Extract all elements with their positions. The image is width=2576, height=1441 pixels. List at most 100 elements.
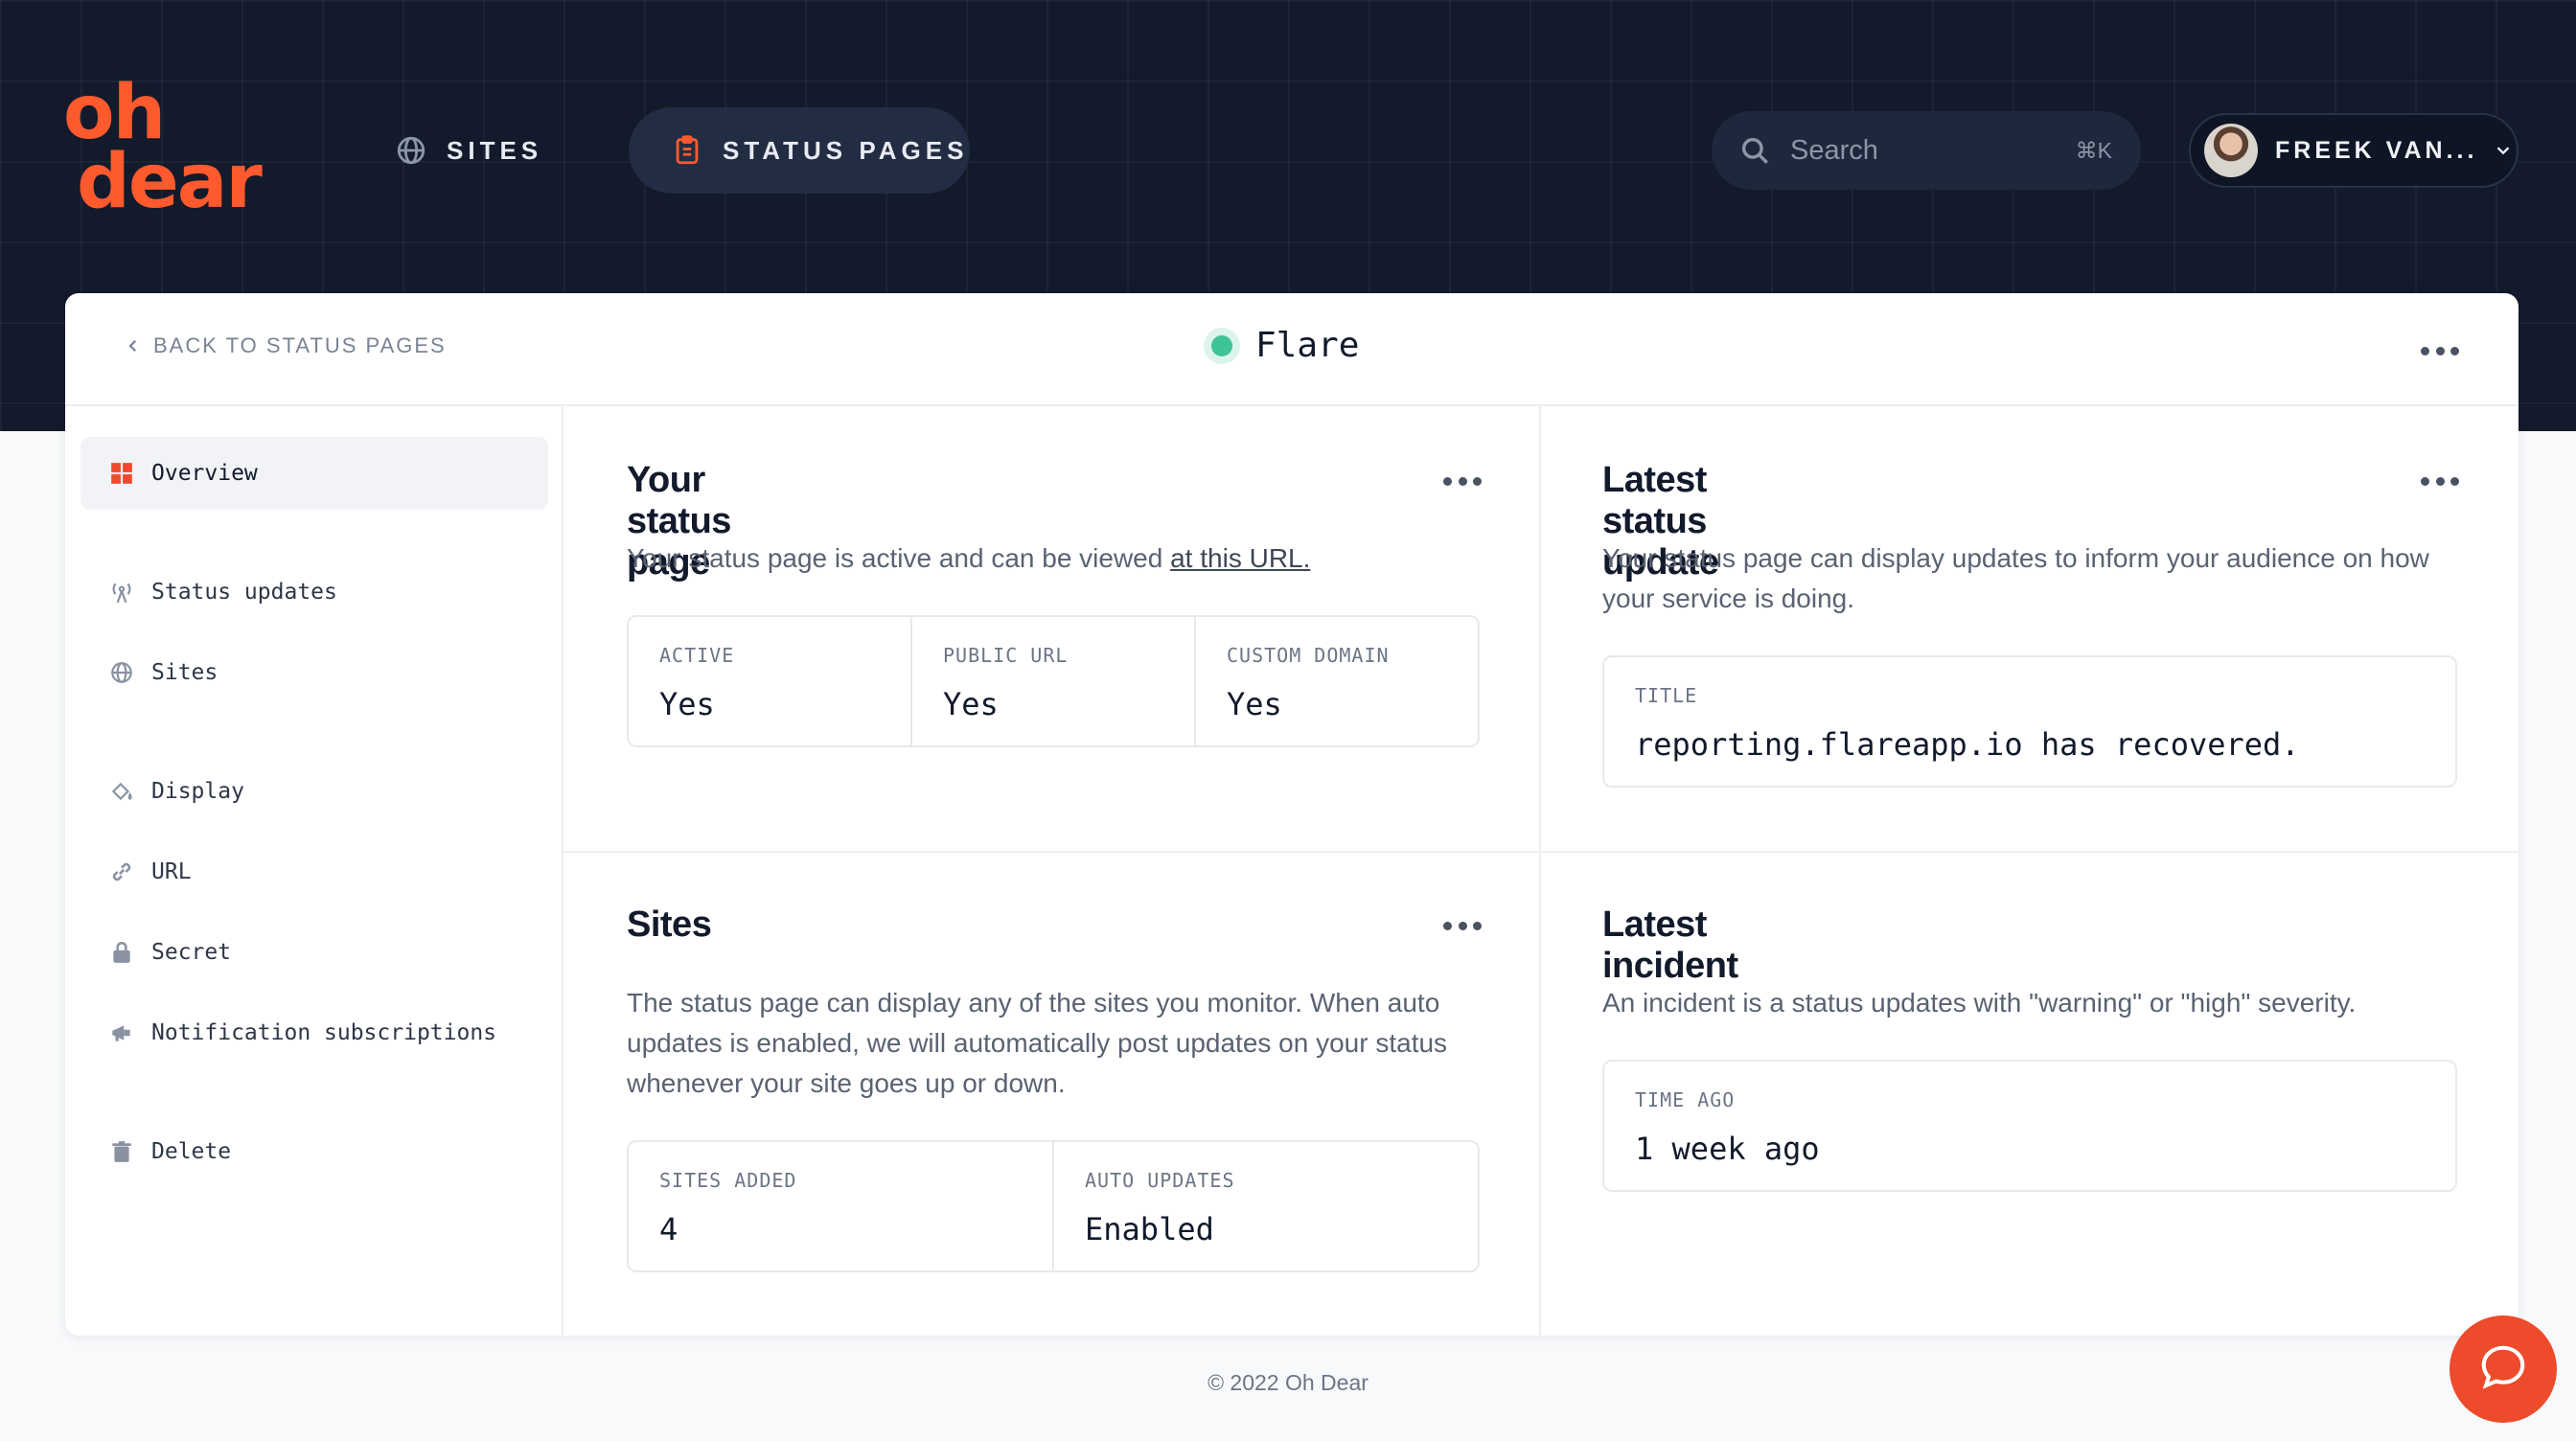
search-shortcut: ⌘K xyxy=(2075,137,2112,163)
nav-status-pages-label: STATUS PAGES xyxy=(723,135,969,165)
chat-bubble-icon xyxy=(2477,1341,2529,1398)
globe-icon xyxy=(109,660,134,685)
broadcast-icon xyxy=(109,580,134,605)
sidebar-item-status-updates[interactable]: Status updates xyxy=(80,556,548,629)
panel-description: The status page can display any of the s… xyxy=(627,988,1448,1098)
trash-icon xyxy=(109,1139,134,1164)
stat-label: AUTO UPDATES xyxy=(1085,1169,1235,1192)
panel-description: Your status page can display updates to … xyxy=(1602,543,2429,613)
more-dot xyxy=(1473,476,1482,486)
stat-auto-updates: AUTO UPDATES Enabled xyxy=(1054,1142,1478,1270)
latest-update-more-button[interactable] xyxy=(2421,475,2459,487)
more-dot xyxy=(2435,346,2445,355)
stat-public-url: PUBLIC URL Yes xyxy=(912,617,1196,745)
panel-description: An incident is a status updates with "wa… xyxy=(1602,988,2357,1018)
avatar xyxy=(2204,124,2258,177)
sidebar-item-label: Delete xyxy=(151,1139,232,1164)
sidebar-item-label: Overview xyxy=(151,461,258,486)
panel-title: Sites xyxy=(627,904,712,945)
stat-value: reporting.flareapp.io has recovered. xyxy=(1635,726,2300,763)
back-link-label: BACK TO STATUS PAGES xyxy=(153,333,447,357)
latest-update-stats: TITLE reporting.flareapp.io has recovere… xyxy=(1602,655,2457,788)
sidebar-item-url[interactable]: URL xyxy=(80,835,548,908)
search-input[interactable]: Search ⌘K xyxy=(1712,111,2141,190)
status-dot xyxy=(1211,334,1232,356)
chevron-down-icon xyxy=(2493,140,2514,161)
grid-icon xyxy=(109,461,134,486)
globe-icon xyxy=(395,134,427,167)
user-name: FREEK VAN... xyxy=(2275,136,2478,164)
more-dot xyxy=(2421,476,2429,486)
status-page-url-link[interactable]: at this URL. xyxy=(1170,543,1310,573)
stat-value: Yes xyxy=(659,686,715,722)
sidebar-item-overview[interactable]: Overview xyxy=(80,437,548,510)
logo-line-2: dear xyxy=(77,139,263,225)
more-dot xyxy=(1458,921,1467,930)
oh-dear-logo[interactable]: oh dear xyxy=(63,70,263,225)
page-title: Flare xyxy=(1211,326,1359,365)
stat-label: TITLE xyxy=(1635,684,1698,707)
sidebar-item-display[interactable]: Display xyxy=(80,755,548,828)
logo-line-1: oh xyxy=(63,70,166,156)
sidebar-item-delete[interactable]: Delete xyxy=(80,1115,548,1188)
stat-value: 4 xyxy=(659,1211,678,1247)
sidebar-item-label: URL xyxy=(151,859,192,884)
sites-more-button[interactable] xyxy=(1443,920,1482,931)
megaphone-icon xyxy=(109,1020,134,1045)
link-icon xyxy=(109,859,134,884)
sidebar-item-label: Status updates xyxy=(151,580,337,605)
sidebar-item-secret[interactable]: Secret xyxy=(80,916,548,989)
search-placeholder: Search xyxy=(1790,134,1878,166)
card-header: BACK TO STATUS PAGES Flare xyxy=(65,293,2518,406)
search-icon xyxy=(1738,134,1771,167)
sidebar-item-notification-subscriptions[interactable]: Notification subscriptions xyxy=(80,996,548,1069)
stat-value: Yes xyxy=(1227,686,1282,722)
more-dot xyxy=(1443,476,1452,486)
stat-value: Yes xyxy=(943,686,999,722)
stat-label: SITES ADDED xyxy=(659,1169,797,1192)
stat-sites-added: SITES ADDED 4 xyxy=(629,1142,1054,1270)
nav-sites-label: SITES xyxy=(447,135,543,165)
chevron-left-icon xyxy=(125,337,142,355)
back-link[interactable]: BACK TO STATUS PAGES xyxy=(125,333,447,358)
stat-value: 1 week ago xyxy=(1635,1131,1820,1167)
status-page-card: BACK TO STATUS PAGES Flare Overview Stat… xyxy=(65,293,2518,1336)
user-menu[interactable]: FREEK VAN... xyxy=(2189,113,2518,188)
panel-description: Your status page is active and can be vi… xyxy=(627,538,1489,579)
more-dot xyxy=(2435,476,2445,486)
nav-sites[interactable]: SITES xyxy=(395,107,542,194)
latest-incident-stats: TIME AGO 1 week ago xyxy=(1602,1060,2457,1192)
status-page-more-button[interactable] xyxy=(1443,475,1482,487)
stat-label: TIME AGO xyxy=(1635,1088,1736,1111)
more-dot xyxy=(1473,921,1482,930)
sidebar-item-label: Sites xyxy=(151,660,218,685)
lock-icon xyxy=(109,940,134,965)
sidebar-item-label: Notification subscriptions xyxy=(151,1020,497,1045)
chat-button[interactable] xyxy=(2450,1315,2557,1423)
panel-title: Latest incident xyxy=(1602,904,1738,986)
stat-value: Enabled xyxy=(1085,1211,1214,1247)
more-dot xyxy=(2421,346,2429,355)
sidebar-item-label: Secret xyxy=(151,940,232,965)
stat-label: CUSTOM DOMAIN xyxy=(1227,644,1390,667)
stat-custom-domain: CUSTOM DOMAIN Yes xyxy=(1196,617,1478,745)
more-dot xyxy=(1443,921,1452,930)
page-title-text: Flare xyxy=(1255,326,1360,365)
stat-label: ACTIVE xyxy=(659,644,735,667)
sidebar: Overview Status updates Sites Display UR… xyxy=(65,406,564,1336)
stat-label: PUBLIC URL xyxy=(943,644,1069,667)
more-dot xyxy=(2450,476,2459,486)
header-more-button[interactable] xyxy=(2421,345,2459,356)
column-divider xyxy=(1539,406,1541,1336)
panel-description-text: Your status page is active and can be vi… xyxy=(627,543,1171,573)
sidebar-item-label: Display xyxy=(151,779,244,804)
row-divider xyxy=(564,851,2518,853)
stat-active: ACTIVE Yes xyxy=(629,617,912,745)
nav-status-pages[interactable]: STATUS PAGES xyxy=(629,107,970,194)
sidebar-item-sites[interactable]: Sites xyxy=(80,636,548,709)
stat-time-ago: TIME AGO 1 week ago xyxy=(1604,1062,2455,1190)
paint-bucket-icon xyxy=(109,779,134,804)
footer-copyright: © 2022 Oh Dear xyxy=(1208,1370,1368,1395)
status-page-stats: ACTIVE Yes PUBLIC URL Yes CUSTOM DOMAIN … xyxy=(627,615,1480,747)
more-dot xyxy=(2450,346,2459,355)
